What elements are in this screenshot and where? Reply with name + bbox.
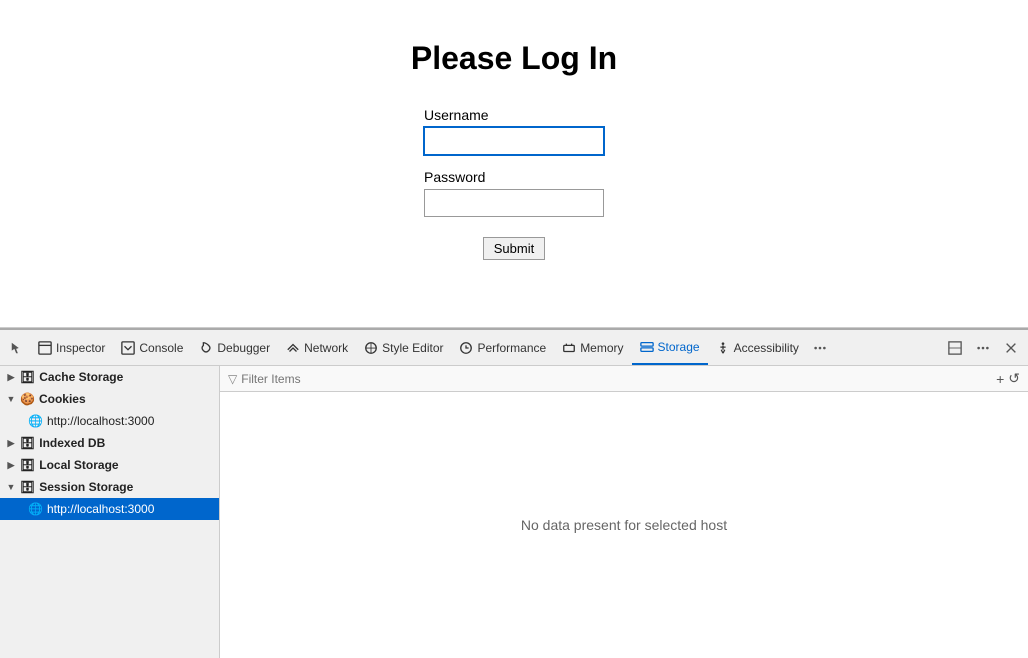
tab-accessibility[interactable]: Accessibility [708,330,807,365]
devtools-main-actions: + ↺ [996,370,1020,387]
tab-console[interactable]: Console [113,330,191,365]
sidebar-item-cookies-localhost[interactable]: 🌐 http://localhost:3000 [0,410,219,432]
devtools-sidebar: ▶ 🗄 Cache Storage ▼ 🍪 Cookies 🌐 http://l… [0,366,220,658]
sidebar-group-header-indexed-db[interactable]: ▶ 🗄 Indexed DB [0,432,219,454]
submit-button[interactable]: Submit [483,237,545,260]
password-input[interactable] [424,189,604,217]
password-label: Password [424,169,604,185]
tab-memory[interactable]: Memory [554,330,631,365]
cache-storage-label: Cache Storage [39,370,123,384]
page-title: Please Log In [411,40,617,77]
globe-icon: 🌐 [28,414,43,428]
options-button[interactable] [970,337,996,359]
devtools-filter-bar: ▽ + ↺ [220,366,1028,392]
cookies-icon: 🍪 [20,392,35,406]
triangle-icon: ▶ [6,460,16,471]
sidebar-group-cache-storage: ▶ 🗄 Cache Storage [0,366,219,388]
local-storage-icon: 🗄 [20,458,35,472]
close-devtools-button[interactable] [998,337,1024,359]
devtools-main-panel: ▽ + ↺ No data present for selected host [220,366,1028,658]
devtools-body: ▶ 🗄 Cache Storage ▼ 🍪 Cookies 🌐 http://l… [0,366,1028,658]
more-tabs-button[interactable] [807,337,833,359]
tab-style-editor[interactable]: Style Editor [356,330,451,365]
session-localhost-label: http://localhost:3000 [47,502,154,516]
sidebar-group-indexed-db: ▶ 🗄 Indexed DB [0,432,219,454]
sidebar-item-session-localhost[interactable]: 🌐 http://localhost:3000 [0,498,219,520]
add-button[interactable]: + [996,371,1004,387]
tab-debugger[interactable]: Debugger [191,330,278,365]
refresh-button[interactable]: ↺ [1008,370,1020,387]
sidebar-group-header-cache-storage[interactable]: ▶ 🗄 Cache Storage [0,366,219,388]
main-page: Please Log In Username Password Submit [0,0,1028,328]
tab-performance[interactable]: Performance [451,330,554,365]
triangle-icon: ▶ [6,438,16,449]
sidebar-group-local-storage: ▶ 🗄 Local Storage [0,454,219,476]
sidebar-group-header-session-storage[interactable]: ▼ 🗄 Session Storage [0,476,219,498]
sidebar-group-header-local-storage[interactable]: ▶ 🗄 Local Storage [0,454,219,476]
sidebar-group-cookies: ▼ 🍪 Cookies 🌐 http://localhost:3000 [0,388,219,432]
filter-input[interactable] [241,372,992,386]
sidebar-group-header-cookies[interactable]: ▼ 🍪 Cookies [0,388,219,410]
triangle-icon: ▶ [6,372,16,383]
tab-storage[interactable]: Storage [632,330,708,365]
filter-icon: ▽ [228,372,237,386]
cache-storage-icon: 🗄 [20,370,35,384]
indexed-db-icon: 🗄 [20,436,35,450]
cookies-localhost-label: http://localhost:3000 [47,414,154,428]
dock-button[interactable] [942,337,968,359]
username-input[interactable] [424,127,604,155]
triangle-icon: ▼ [6,394,16,404]
password-group: Password [424,169,604,217]
session-storage-icon: 🗄 [20,480,35,494]
cookies-label: Cookies [39,392,86,406]
indexed-db-label: Indexed DB [39,436,105,450]
triangle-icon: ▼ [6,482,16,492]
username-label: Username [424,107,604,123]
local-storage-label: Local Storage [39,458,118,472]
devtools-empty-message: No data present for selected host [220,392,1028,658]
session-storage-label: Session Storage [39,480,133,494]
username-group: Username [424,107,604,155]
globe-icon: 🌐 [28,502,43,516]
pick-element-button[interactable] [4,337,30,359]
sidebar-group-session-storage: ▼ 🗄 Session Storage 🌐 http://localhost:3… [0,476,219,520]
tab-network[interactable]: Network [278,330,356,365]
devtools-toolbar: Inspector Console Debugger Network Style… [0,330,1028,366]
tab-inspector[interactable]: Inspector [30,330,113,365]
devtools-panel: Inspector Console Debugger Network Style… [0,328,1028,658]
